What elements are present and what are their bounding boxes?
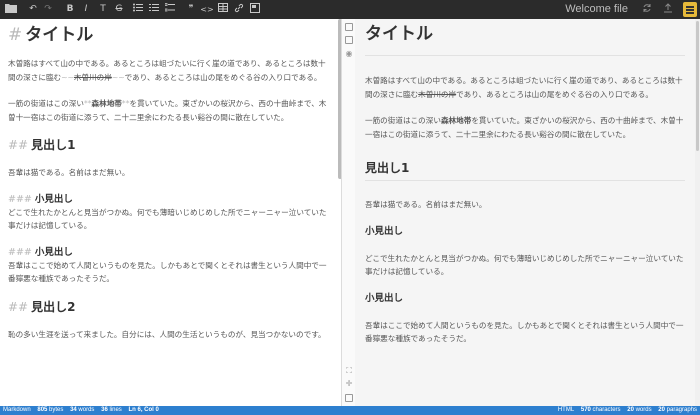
folder-icon[interactable] bbox=[4, 3, 17, 16]
preview-strike-text: 木曽川の岸 bbox=[418, 89, 457, 99]
editor-heading-3: ### 小見出し bbox=[8, 246, 333, 259]
link-icon[interactable] bbox=[233, 3, 245, 16]
strike-marker: ~~ bbox=[61, 72, 74, 82]
toolbar: ↶ ↷ B I T G ❞ <> Welcome file bbox=[0, 0, 700, 19]
preview-paragraph: 木曽路はすべて山の中である。あるところは岨づたいに行く崖の道であり、あるところは… bbox=[365, 74, 685, 101]
editor-heading-2-text: 見出し2 bbox=[31, 299, 76, 314]
paragraphs-label: paragraphs bbox=[666, 407, 697, 413]
editor-mode-label: Markdown bbox=[3, 407, 31, 413]
preview-text: であり、あるところは山の尾をめぐる谷の入り口である。 bbox=[456, 89, 653, 99]
heading-marker: ## bbox=[8, 299, 29, 314]
cursor-position: Ln 6, Col 0 bbox=[128, 407, 159, 413]
editor-text: 一筋の街道はこの深い bbox=[8, 99, 84, 108]
preview-heading-3: 小見出し bbox=[365, 225, 404, 237]
strike-text: 木曽川の岸 bbox=[73, 72, 112, 82]
bold-marker: ** bbox=[121, 99, 130, 108]
markdown-editor[interactable]: # タイトル 木曽路はすべて山の中である。あるところは岨づたいに行く崖の道であり、… bbox=[0, 19, 341, 406]
bytes-label: bytes bbox=[49, 407, 64, 413]
layout-icon[interactable] bbox=[345, 394, 353, 402]
editor-heading-1: # タイトル bbox=[8, 25, 333, 45]
bytes-count: 805 bbox=[37, 407, 48, 413]
preview-bold-text: 森林地帯 bbox=[440, 116, 472, 125]
preview-paragraph: 一筋の街道はこの深い森林地帯を貫いていた。東ざかいの桜沢から、西の十曲峠まで、木… bbox=[365, 114, 685, 141]
bold-icon[interactable]: B bbox=[64, 3, 76, 16]
editor-heading-3-text: 小見出し bbox=[34, 193, 73, 205]
preview-heading-1: タイトル bbox=[365, 19, 685, 56]
expand-icon[interactable]: ⛶ bbox=[344, 366, 354, 376]
heading-marker: ### bbox=[8, 246, 32, 258]
publish-icon[interactable] bbox=[662, 3, 674, 16]
bold-marker: ** bbox=[83, 99, 92, 108]
preview-paragraph: 吾輩は猫である。名前はまだ無い。 bbox=[365, 200, 487, 209]
preview-paragraph: どこで生れたかとんと見当がつかぬ。何でも薄暗いじめじめした所でニャーニャー泣いて… bbox=[365, 253, 684, 277]
strike-marker: ~~ bbox=[111, 72, 125, 82]
preview-scrollbar-thumb[interactable] bbox=[696, 21, 699, 151]
preview-words-label: words bbox=[635, 407, 652, 413]
code-icon[interactable]: <> bbox=[200, 3, 214, 16]
editor-paragraph: 一筋の街道はこの深い**森林地帯**を貫いていた。東ざかいの桜沢から、西の十曲峠… bbox=[8, 97, 333, 124]
editor-heading-2: ## 見出し1 bbox=[8, 137, 333, 153]
lines-count: 36 bbox=[101, 407, 108, 413]
side-gutter: ◉ ⛶ ✛ bbox=[341, 19, 355, 406]
preview-heading-3: 小見出し bbox=[365, 292, 404, 304]
italic-icon[interactable]: I bbox=[80, 3, 92, 16]
image-icon[interactable] bbox=[249, 3, 261, 16]
bold-text: 森林地帯 bbox=[91, 99, 122, 108]
editor-stats: Markdown 805 bytes 34 words 36 lines Ln … bbox=[3, 406, 159, 415]
undo-icon[interactable]: ↶ bbox=[27, 3, 39, 16]
sync-icon[interactable] bbox=[641, 3, 653, 16]
preview-words-count: 20 bbox=[627, 407, 634, 413]
checklist-icon[interactable] bbox=[164, 3, 176, 16]
table-icon[interactable] bbox=[217, 3, 229, 16]
preview-eye-icon[interactable]: ◉ bbox=[344, 49, 354, 59]
editor-only-icon[interactable] bbox=[345, 23, 353, 31]
heading-marker: ### bbox=[8, 193, 32, 205]
editor-heading-2: ## 見出し2 bbox=[8, 299, 333, 315]
preview-paragraph: 吾輩はここで始めて人間というものを見た。しかもあとで聞くとそれは書生という人間中… bbox=[365, 320, 684, 344]
lines-label: lines bbox=[109, 407, 122, 413]
editor-heading-3: ### 小見出し bbox=[8, 193, 333, 206]
characters-count: 570 bbox=[580, 407, 591, 413]
preview-text: 一筋の街道はこの深い bbox=[365, 116, 441, 125]
heading-marker: # bbox=[8, 25, 23, 45]
paragraphs-count: 20 bbox=[658, 407, 665, 413]
editor-paragraph: 木曽路はすべて山の中である。あるところは岨づたいに行く崖の道であり、あるところは… bbox=[8, 57, 333, 84]
editor-heading-2-text: 見出し1 bbox=[31, 138, 76, 152]
status-bar: Markdown 805 bytes 34 words 36 lines Ln … bbox=[0, 406, 700, 415]
heading-marker: ## bbox=[8, 138, 29, 152]
words-label: words bbox=[78, 407, 95, 413]
words-count: 34 bbox=[70, 407, 77, 413]
quote-icon[interactable]: ❞ bbox=[185, 3, 197, 16]
heading-icon[interactable]: T bbox=[97, 3, 109, 16]
characters-label: characters bbox=[592, 407, 621, 413]
preview-heading-2: 見出し1 bbox=[365, 154, 685, 181]
markdown-preview: タイトル 木曽路はすべて山の中である。あるところは岨づたいに行く崖の道であり、あ… bbox=[355, 19, 695, 406]
editor-paragraph: どこで生れたかとんと見当がつかぬ。何でも薄暗いじめじめした所でニャーニャー泣いて… bbox=[8, 207, 327, 231]
editor-heading-1-text: タイトル bbox=[25, 25, 94, 45]
redo-icon[interactable]: ↷ bbox=[42, 3, 54, 16]
editor-heading-3-text: 小見出し bbox=[34, 246, 73, 258]
strikethrough-icon[interactable]: G bbox=[113, 3, 125, 16]
document-title[interactable]: Welcome file bbox=[565, 3, 628, 16]
editor-text: であり、あるところは山の尾をめぐる谷の入り口である。 bbox=[124, 72, 322, 82]
preview-stats: HTML 570 characters 20 words 20 paragrap… bbox=[558, 406, 697, 415]
menu-icon[interactable] bbox=[683, 2, 697, 17]
editor-paragraph: 吾輩はここで始めて人間というものを見た。しかもあとで聞くとそれは書生という人間中… bbox=[8, 260, 327, 284]
navigation-icon[interactable]: ✛ bbox=[344, 379, 354, 389]
preview-mode-label: HTML bbox=[557, 407, 575, 413]
editor-paragraph: 恥の多い生涯を送って来ました。自分には、人間の生活というものが、見当つかないので… bbox=[8, 329, 326, 339]
unordered-list-icon[interactable] bbox=[132, 3, 144, 16]
split-view-icon[interactable] bbox=[345, 36, 353, 44]
editor-paragraph: 吾輩は猫である。名前はまだ無い。 bbox=[8, 168, 130, 177]
ordered-list-icon[interactable] bbox=[148, 3, 160, 16]
